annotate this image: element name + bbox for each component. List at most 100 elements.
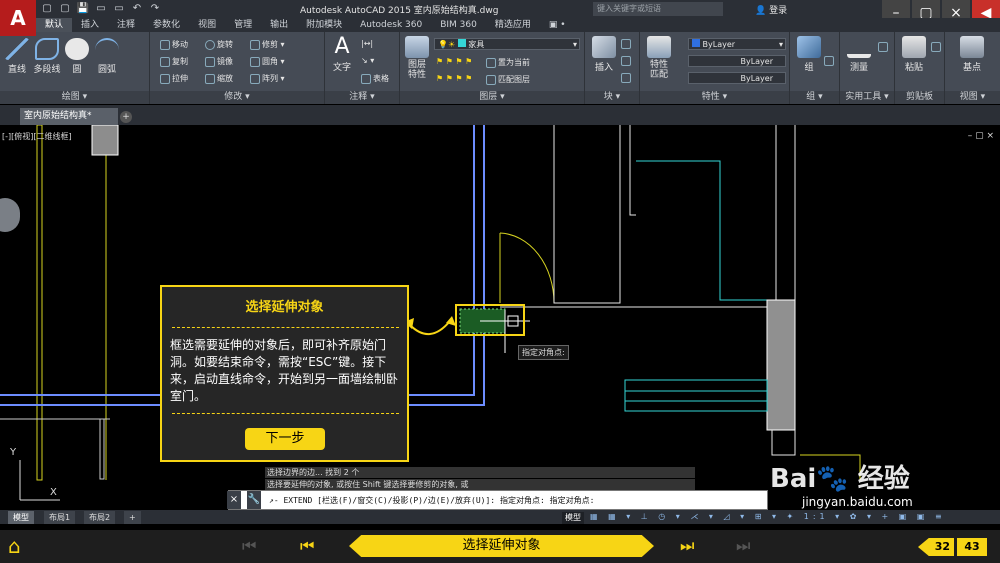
block-attribute-icon[interactable] — [621, 73, 633, 83]
search-input[interactable]: 键入关键字或短语 — [593, 2, 723, 16]
tab-model[interactable]: 模型 — [8, 511, 34, 524]
panel-modify-title[interactable]: 修改 ▾ — [150, 91, 324, 104]
circle-tool[interactable]: 圆 — [60, 38, 94, 75]
wall-segment-right[interactable] — [775, 125, 796, 301]
base-point-tool[interactable]: 基点 — [955, 36, 989, 73]
panel-annotation-title[interactable]: 注释 ▾ — [325, 91, 399, 104]
layer-state-icons[interactable]: ⚑ ⚑ ⚑ ⚑ — [436, 57, 472, 66]
lineweight-dropdown[interactable]: ByLayer — [688, 72, 786, 84]
text-tool[interactable]: A 文字 — [325, 36, 359, 74]
qat-save-icon[interactable]: 💾 — [76, 2, 90, 15]
command-settings-icon[interactable]: 🔧 — [247, 491, 261, 509]
qat-open-icon[interactable]: ▢ — [58, 2, 72, 15]
tab-default[interactable]: 默认 — [36, 18, 73, 32]
next-step-button[interactable]: 下一步 — [245, 428, 325, 450]
previous-step-icon[interactable]: ⏮ — [300, 537, 314, 555]
command-line[interactable]: × 🔧 ↗- EXTEND [栏选(F)/窗交(C)/投影(P)/边(E)/放弃… — [227, 490, 768, 510]
linetype-dropdown[interactable]: ByLayer — [688, 55, 786, 67]
next-step-icon[interactable]: ⏭ — [680, 537, 694, 555]
tab-annotate[interactable]: 注释 — [108, 18, 144, 32]
column-right[interactable] — [766, 299, 796, 431]
tab-bim360[interactable]: BIM 360 — [431, 18, 486, 32]
panel-group-title[interactable]: 组 ▾ — [790, 91, 839, 104]
command-close-icon[interactable]: × — [227, 491, 241, 509]
door-swing-arc[interactable] — [499, 232, 555, 304]
paste-tool[interactable]: 粘贴 — [897, 36, 931, 73]
color-dropdown[interactable]: ByLayer ▾ — [688, 38, 786, 50]
qat-undo-icon[interactable]: ↶ — [130, 2, 144, 15]
cyan-outline[interactable] — [636, 160, 776, 301]
qat-new-icon[interactable]: ▢ — [40, 2, 54, 15]
quick-calc-icon[interactable] — [878, 42, 890, 52]
column-top-left[interactable] — [91, 125, 119, 156]
window-frame[interactable] — [624, 379, 768, 412]
move-tool[interactable]: 移动 — [160, 39, 188, 50]
panel-block-title[interactable]: 块 ▾ — [585, 91, 639, 104]
group-tool[interactable]: 组 — [792, 36, 826, 73]
wall-segment-mid[interactable] — [553, 125, 621, 304]
copy-tool[interactable]: 复制 — [160, 56, 188, 67]
tab-output[interactable]: 输出 — [261, 18, 297, 32]
leader-icon[interactable]: ↘ ▾ — [361, 56, 374, 65]
panel-view-title[interactable]: 视图 ▾ — [945, 91, 1000, 104]
array-tool[interactable]: 阵列 ▾ — [250, 73, 285, 84]
create-block-icon[interactable] — [621, 39, 633, 49]
edit-block-icon[interactable] — [621, 56, 633, 66]
login-button[interactable]: 👤 登录 — [755, 3, 787, 16]
scale-tool[interactable]: 缩放 — [205, 73, 233, 84]
qat-saveas-icon[interactable]: ▭ — [94, 2, 108, 15]
tab-featured-apps[interactable]: 精选应用 — [486, 18, 540, 32]
layer-properties-tool[interactable]: 图层 特性 — [400, 36, 434, 80]
line-tool[interactable]: 直线 — [0, 38, 34, 75]
rotate-tool[interactable]: 旋转 — [205, 39, 233, 50]
last-step-icon[interactable]: ⏭ — [736, 537, 750, 555]
measure-tool[interactable]: 测量 — [842, 36, 876, 73]
match-layer-tool[interactable]: 匹配图层 — [486, 74, 530, 85]
panel-utilities-title[interactable]: 实用工具 ▾ — [840, 91, 894, 104]
left-wall[interactable] — [36, 125, 43, 481]
panel-layers-title[interactable]: 图层 ▾ — [400, 91, 584, 104]
first-step-icon[interactable]: ⏮ — [242, 537, 256, 555]
command-input[interactable]: ↗- EXTEND [栏选(F)/窗交(C)/投影(P)/边(E)/放弃(U)]… — [269, 495, 594, 506]
tab-addins[interactable]: 附加模块 — [297, 18, 351, 32]
tab-manage[interactable]: 管理 — [225, 18, 261, 32]
panel-properties-title[interactable]: 特性 ▾ — [640, 91, 789, 104]
polyline-tool[interactable]: 多段线 — [30, 38, 64, 75]
bottom-left-post[interactable] — [99, 418, 105, 480]
make-current-tool[interactable]: 置为当前 — [486, 57, 530, 68]
wall-right-lower[interactable] — [771, 430, 796, 456]
model-space-button[interactable]: 模型 — [562, 512, 584, 524]
mirror-tool[interactable]: 镜像 — [205, 56, 233, 67]
wall-segment-notch[interactable] — [629, 125, 636, 216]
ungroup-icon[interactable] — [824, 56, 836, 66]
tab-layout2[interactable]: 布局2 — [84, 511, 116, 524]
qat-redo-icon[interactable]: ↷ — [148, 2, 162, 15]
tab-layout1[interactable]: 布局1 — [44, 511, 76, 524]
layer-dropdown[interactable]: 💡☀ 家具 ▾ — [434, 38, 580, 50]
match-properties-tool[interactable]: 特性 匹配 — [642, 36, 676, 80]
status-bar-toggles[interactable]: ▦ ▦ ▾ ⊥ ◷ ▾ ⋌ ▾ ◿ ▾ ⊞ ▾ ✦ 1:1 ▾ ✿ ▾ + ▣ … — [590, 512, 1000, 524]
tab-parametric[interactable]: 参数化 — [144, 18, 189, 32]
add-document-button[interactable]: + — [120, 111, 132, 123]
viewport-controls-label[interactable]: [-][俯视][二维线框] — [2, 131, 72, 142]
copy-clip-icon[interactable] — [931, 42, 943, 52]
home-icon[interactable]: ⌂ — [8, 535, 30, 557]
panel-draw-title[interactable]: 绘图 ▾ — [0, 91, 149, 104]
tab-panel-toggle[interactable]: ▣ • — [540, 18, 575, 32]
tab-a360[interactable]: Autodesk 360 — [351, 18, 431, 32]
table-tool[interactable]: 表格 — [361, 73, 389, 84]
insert-block-tool[interactable]: 插入 — [587, 36, 621, 73]
stretch-tool[interactable]: 拉伸 — [160, 73, 188, 84]
arc-tool[interactable]: 圆弧 — [90, 38, 124, 75]
dimension-icon[interactable]: |↔| — [361, 39, 373, 48]
add-layout-button[interactable]: + — [124, 511, 141, 524]
qat-print-icon[interactable]: ▭ — [112, 2, 126, 15]
fillet-tool[interactable]: 圆角 ▾ — [250, 56, 285, 67]
panel-clipboard-title[interactable]: 剪贴板 — [895, 91, 944, 104]
layer-tools-icons[interactable]: ⚑ ⚑ ⚑ ⚑ — [436, 74, 472, 83]
trim-tool[interactable]: 修剪 ▾ — [250, 39, 285, 50]
tab-view[interactable]: 视图 — [189, 18, 225, 32]
document-tab[interactable]: 室内原始结构真* — [20, 108, 118, 125]
tab-insert[interactable]: 插入 — [72, 18, 108, 32]
viewport-window-controls[interactable]: – ▢ × — [968, 131, 994, 141]
